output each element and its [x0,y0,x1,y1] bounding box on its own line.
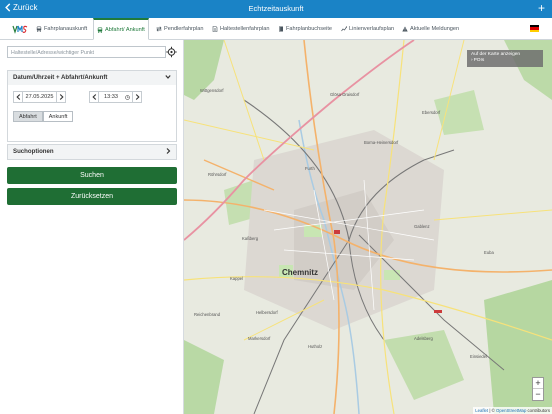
datetime-panel-title: Datum/Uhrzeit + Abfahrt/Ankunft [13,74,108,81]
chevron-right-icon [166,148,171,154]
tab-label: Haltestellenfahrplan [220,25,270,32]
bus-icon [36,26,42,32]
page-title: Echtzeitauskunft [248,4,304,13]
place-label: Borna-Heinersdorf [364,140,399,145]
map-attribution: Leaflet | © OpenStreetMap contributors [473,407,552,414]
chevron-left-icon [15,94,20,100]
place-label: Ebersdorf [422,110,441,115]
search-form-panel: Haltestelle/Adresse/wichtiger Punkt Datu… [0,40,184,414]
tab-label: Fahrplanauskunft [44,25,88,32]
stop-search-input[interactable]: Haltestelle/Adresse/wichtiger Punkt [7,46,166,58]
time-value: 13:33 [104,94,118,100]
attribution-tail: contributors [526,408,550,413]
book-icon [279,26,283,31]
place-label: Adelsberg [414,336,433,341]
date-prev-button[interactable] [13,91,23,103]
tab-abfahrt-ankunft[interactable]: Abfahrt/ Ankunft [93,18,149,40]
warning-icon [402,26,408,31]
place-label: Hutholz [308,344,323,349]
tab-label: Linienverlaufsplan [349,25,395,32]
zoom-in-button[interactable]: + [533,378,543,389]
datetime-panel-header[interactable]: Datum/Uhrzeit + Abfahrt/Ankunft [8,71,176,85]
place-label: Euba [484,250,494,255]
date-next-button[interactable] [56,91,66,103]
time-next-button[interactable] [132,91,142,103]
place-label: Markersdorf [248,336,271,341]
attribution-separator: | © [488,408,496,413]
place-label: Furth [305,166,315,171]
osm-link[interactable]: OpenStreetMap [496,408,526,413]
search-options-header[interactable]: Suchoptionen [8,145,176,159]
arrival-button[interactable]: Ankunft [42,111,74,122]
clock-icon [125,94,130,100]
departure-button[interactable]: Abfahrt [13,111,43,122]
tab-fahrplanbuchseite[interactable]: Fahrplanbuchseite [278,18,332,39]
search-options-panel[interactable]: Suchoptionen [7,144,177,160]
search-options-title: Suchoptionen [13,148,54,155]
place-label: Glösa-Draisdorf [330,92,360,97]
tab-haltestellenfahrplan[interactable]: Haltestellenfahrplan [212,18,269,39]
search-button[interactable]: Suchen [7,167,177,184]
tab-label: Aktuelle Meldungen [410,25,460,32]
chevron-right-icon [135,94,140,100]
pois-label: POIs [473,58,485,63]
time-stepper: 13:33 [89,91,142,103]
chevron-right-icon [59,94,64,100]
city-label: Chemnitz [282,268,318,277]
leaflet-link[interactable]: Leaflet [475,408,488,413]
place-label: Einsiedel [470,354,487,359]
tab-aktuelle-meldungen[interactable]: Aktuelle Meldungen [402,18,459,39]
vms-logo [12,25,28,34]
datetime-panel: Datum/Uhrzeit + Abfahrt/Ankunft [7,70,177,142]
map-view[interactable]: Chemnitz Wittgensdorf Glösa-Draisdorf Eb… [184,40,552,414]
place-label: Gablenz [414,224,430,229]
place-label: Kaßberg [242,236,259,241]
locate-icon[interactable] [166,46,177,58]
top-bar: Zurück Echtzeitauskunft + [0,0,552,18]
tab-label: Fahrplanbuchseite [286,25,333,32]
document-icon [212,25,218,32]
time-field[interactable]: 13:33 [99,91,132,103]
zoom-control: + − [532,377,544,401]
tab-fahrplanauskunft[interactable]: Fahrplanauskunft [36,18,87,39]
stop-icon [97,27,103,33]
language-flag-de[interactable] [530,25,539,32]
place-label: Helbersdorf [256,310,278,315]
chevron-left-icon [91,94,96,100]
pois-control[interactable]: Auf der Karte anzeigen › POIs [467,50,543,67]
chevron-down-icon [165,75,171,79]
departure-arrival-toggle: Abfahrt Ankunft [13,111,74,122]
route-icon [341,25,347,31]
tab-pendlerfahrplan[interactable]: Pendlerfahrplan [156,18,204,39]
add-button[interactable]: + [538,1,545,15]
place-label: Wittgensdorf [200,88,224,93]
date-stepper: 27.05.2025 [13,91,66,103]
place-label: Röhrsdorf [208,172,227,177]
place-label: Reichenbrand [194,312,221,317]
pois-toggle[interactable]: › POIs [471,58,539,64]
reset-button[interactable]: Zurücksetzen [7,188,177,205]
zoom-out-button[interactable]: − [533,389,543,400]
map-tiles [184,40,552,414]
tab-linienverlaufsplan[interactable]: Linienverlaufsplan [341,18,394,39]
tab-bar: Fahrplanauskunft Abfahrt/ Ankunft Pendle… [0,18,552,40]
time-prev-button[interactable] [89,91,99,103]
tab-label: Abfahrt/ Ankunft [105,26,145,33]
commute-icon [156,26,162,31]
date-field[interactable]: 27.05.2025 [23,91,56,103]
tab-label: Pendlerfahrplan [164,25,204,32]
place-label: Kappel [230,276,244,281]
chevron-right-icon: › [471,58,473,63]
